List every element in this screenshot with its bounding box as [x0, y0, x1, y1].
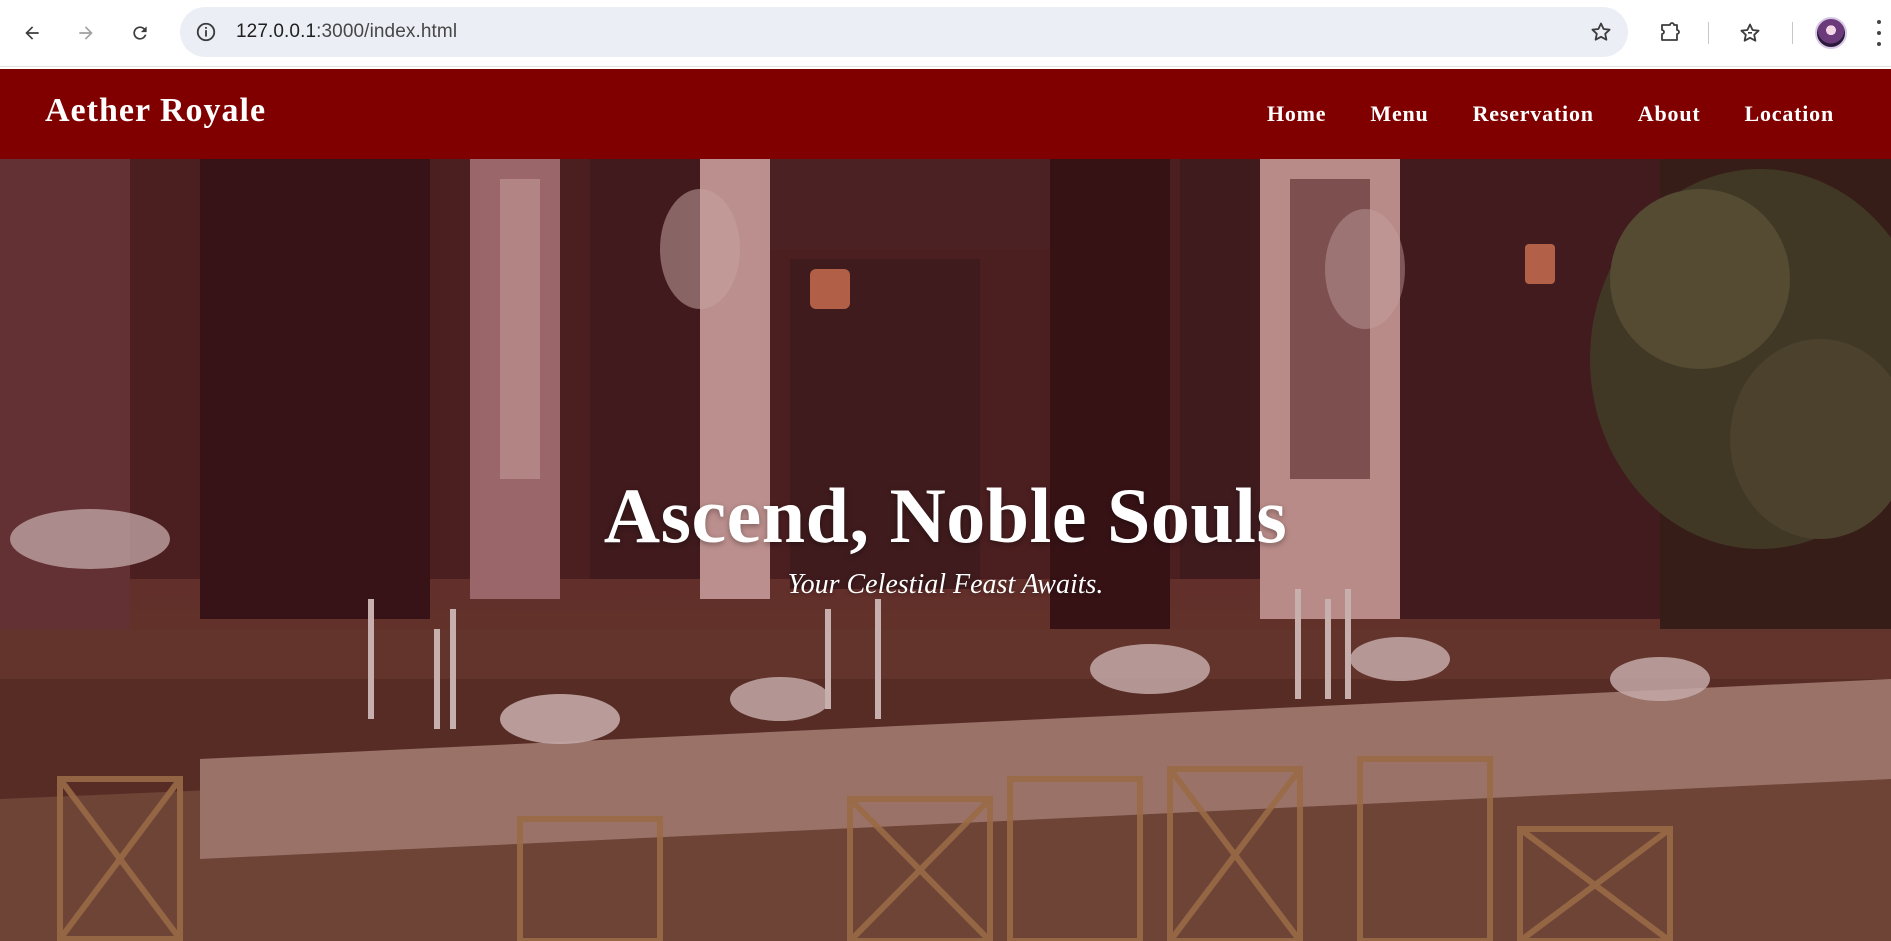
site-brand[interactable]: Aether Royale	[45, 92, 266, 130]
site-header: Aether Royale Home Menu Reservation Abou…	[0, 69, 1891, 159]
nav-menu-link[interactable]: Menu	[1370, 101, 1428, 127]
puzzle-icon[interactable]	[1652, 15, 1688, 51]
nav-reservation-link[interactable]: Reservation	[1473, 101, 1594, 127]
address-bar[interactable]: 127.0.0.1:3000/index.html	[180, 7, 1628, 57]
url-text[interactable]: 127.0.0.1:3000/index.html	[236, 21, 457, 43]
hero-subtitle: Your Celestial Feast Awaits.	[787, 569, 1104, 600]
reload-icon	[133, 26, 147, 40]
hero-title: Ascend, Noble Souls	[603, 472, 1288, 559]
bookmarks-list-icon[interactable]	[1732, 15, 1768, 51]
toolbar-divider	[1708, 22, 1709, 44]
toolbar-divider	[1792, 22, 1793, 44]
url-host: 127.0.0.1	[236, 21, 317, 42]
hero-section: Ascend, Noble Souls Your Celestial Feast…	[0, 159, 1891, 941]
info-icon[interactable]	[194, 20, 218, 44]
arrow-right-icon	[79, 26, 93, 40]
reload-button[interactable]	[122, 15, 158, 51]
nav-about-link[interactable]: About	[1638, 101, 1701, 127]
browser-toolbar: 127.0.0.1:3000/index.html	[0, 0, 1891, 67]
kebab-menu-icon[interactable]	[1876, 20, 1882, 46]
main-navigation: Home Menu Reservation About Location	[1267, 101, 1834, 127]
arrow-left-icon	[25, 26, 39, 40]
url-path: :3000/index.html	[316, 21, 458, 42]
nav-home-link[interactable]: Home	[1267, 101, 1326, 127]
nav-location-link[interactable]: Location	[1744, 101, 1834, 127]
bookmark-star-icon[interactable]	[1588, 19, 1614, 45]
back-button[interactable]	[14, 15, 50, 51]
profile-avatar-icon[interactable]	[1815, 17, 1847, 49]
forward-button[interactable]	[68, 15, 104, 51]
